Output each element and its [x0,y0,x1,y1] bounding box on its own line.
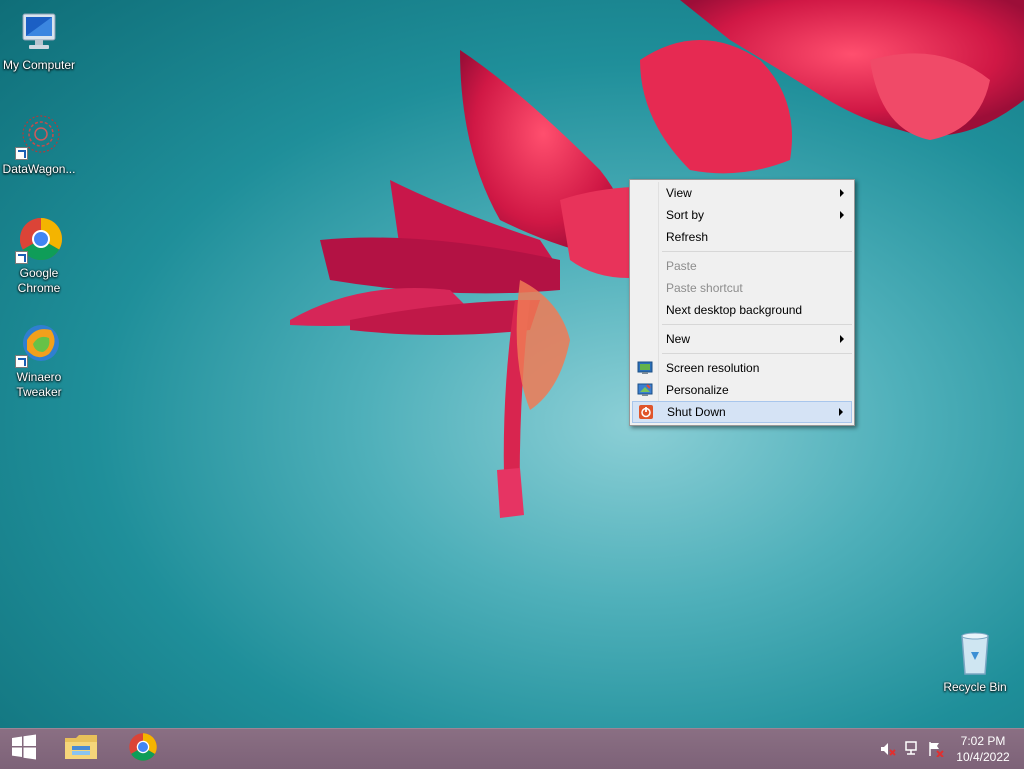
menu-item-label: Refresh [666,230,709,244]
menu-item-refresh[interactable]: Refresh [632,226,852,248]
menu-item-sort-by[interactable]: Sort by [632,204,852,226]
menu-item-shut-down[interactable]: Shut Down [632,401,852,423]
desktop-icon-my-computer[interactable]: My Computer [0,8,78,73]
submenu-arrow-icon [840,335,844,343]
chrome-icon [15,216,63,264]
file-explorer-icon [64,732,98,767]
clock-time: 7:02 PM [960,734,1006,748]
desktop-context-menu: View Sort by Refresh Paste Paste shortcu… [629,179,855,426]
network-icon[interactable] [904,741,920,757]
winaero-tweaker-icon [15,320,63,368]
menu-item-label: Sort by [666,208,705,222]
start-windows-icon [11,734,37,765]
wallpaper-flower [290,0,1024,518]
desktop-icon-winaero-tweaker[interactable]: Winaero Tweaker [0,320,78,400]
taskbar-file-explorer[interactable] [52,729,110,769]
menu-item-label: Shut Down [667,405,726,419]
menu-item-paste[interactable]: Paste [632,255,852,277]
menu-item-label: Personalize [666,383,729,397]
shortcut-arrow-icon [15,251,28,264]
clock-date: 10/4/2022 [956,750,1010,764]
menu-item-next-desktop-background[interactable]: Next desktop background [632,299,852,321]
desktop-icon-label: Winaero Tweaker [16,370,62,399]
recycle-bin-icon [951,630,999,678]
desktop-icon-label: Recycle Bin [943,680,1007,694]
volume-muted-icon[interactable] [880,741,896,757]
menu-item-label: View [666,186,692,200]
submenu-arrow-icon [840,211,844,219]
menu-separator [662,251,852,252]
chrome-icon [128,732,158,767]
start-button[interactable] [0,729,48,769]
desktop-icon-recycle-bin[interactable]: Recycle Bin [936,630,1014,695]
menu-item-label: Paste shortcut [666,281,743,295]
taskbar-chrome[interactable] [114,729,172,769]
system-tray: 7:02 PM 10/4/2022 [880,729,1024,769]
monitor-icon [637,360,653,376]
menu-item-personalize[interactable]: Personalize [632,379,852,401]
menu-item-label: Next desktop background [666,303,803,317]
taskbar: 7:02 PM 10/4/2022 [0,728,1024,769]
personalize-icon [637,382,653,398]
desktop-icon-google-chrome[interactable]: Google Chrome [0,216,78,296]
power-icon [638,404,654,420]
menu-separator [662,324,852,325]
menu-item-label: Paste [666,259,697,273]
menu-item-view[interactable]: View [632,182,852,204]
shortcut-arrow-icon [15,147,28,160]
desktop-icon-label: My Computer [2,58,76,72]
submenu-arrow-icon [840,189,844,197]
menu-item-new[interactable]: New [632,328,852,350]
menu-separator [662,353,852,354]
menu-item-label: New [666,332,691,346]
desktop-icon-label: Google Chrome [17,266,61,295]
desktop-icon-datawagon[interactable]: DataWagon... [0,112,78,177]
action-center-icon[interactable] [928,741,944,758]
menu-item-paste-shortcut[interactable]: Paste shortcut [632,277,852,299]
computer-icon [15,8,63,56]
menu-item-screen-resolution[interactable]: Screen resolution [632,357,852,379]
datawagon-icon [15,112,63,160]
shortcut-arrow-icon [15,355,28,368]
submenu-arrow-icon [839,408,843,416]
menu-item-label: Screen resolution [666,361,760,375]
clock[interactable]: 7:02 PM 10/4/2022 [952,733,1014,765]
desktop-icon-label: DataWagon... [2,162,76,176]
